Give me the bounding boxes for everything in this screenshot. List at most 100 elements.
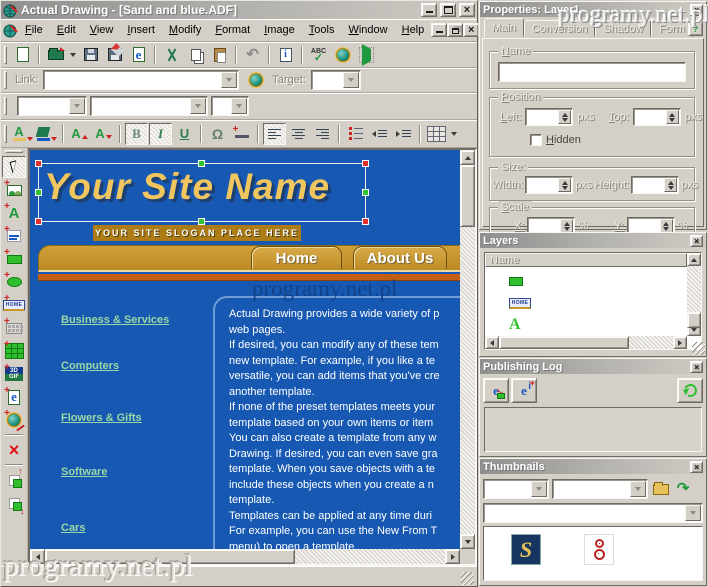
hscroll-thumb[interactable] (499, 336, 629, 349)
add-table-button[interactable] (2, 340, 26, 362)
resize-handle-e[interactable] (362, 189, 369, 196)
font-size-combo[interactable] (211, 96, 249, 116)
page-link-computers[interactable]: Computers (61, 360, 119, 372)
toolstrip-grip[interactable] (5, 150, 23, 153)
properties-button[interactable]: i (274, 44, 297, 66)
add-form-button[interactable] (2, 317, 26, 339)
spinner-buttons[interactable] (666, 110, 679, 124)
browse-link-button[interactable] (244, 69, 267, 91)
add-text-button[interactable]: A (2, 202, 26, 224)
scroll-right-button[interactable] (673, 336, 687, 349)
spellcheck-button[interactable]: ABC✓ (307, 44, 330, 66)
copy-button[interactable] (184, 44, 207, 66)
delete-object-button[interactable]: × (2, 439, 26, 461)
nav-tab-home[interactable]: Home (251, 246, 342, 269)
open-button[interactable] (44, 44, 67, 66)
scroll-up-button[interactable] (687, 253, 701, 266)
properties-close-button[interactable]: × (690, 4, 703, 16)
toolbar-grip[interactable] (4, 125, 7, 143)
thumbnail-item-1[interactable]: S (511, 534, 541, 565)
scroll-up-button[interactable] (460, 150, 475, 165)
dropdown-button[interactable] (685, 505, 701, 521)
refresh-log-button[interactable] (677, 378, 703, 403)
align-left-button[interactable] (263, 123, 286, 145)
publish-wizard-button[interactable] (355, 44, 378, 66)
undo-button[interactable]: ↶ (241, 44, 264, 66)
font-size-dropdown[interactable] (231, 98, 247, 114)
layers-name-column-header[interactable]: Name (485, 253, 687, 267)
menu-modify[interactable]: Modify (162, 21, 208, 39)
publish-site-button[interactable]: e↘ (483, 378, 509, 403)
align-center-button[interactable] (287, 123, 310, 145)
tab-shadow[interactable]: Shadow (595, 20, 651, 37)
open-dropdown-button[interactable] (68, 44, 78, 66)
align-right-button[interactable] (311, 123, 334, 145)
rotate-text-button[interactable]: Ω (206, 123, 229, 145)
name-input[interactable] (498, 62, 686, 82)
layers-horizontal-scrollbar[interactable] (485, 336, 687, 349)
thumbnail-path-combo[interactable] (483, 503, 703, 523)
mdi-minimize-button[interactable] (431, 23, 447, 37)
page-link-cars[interactable]: Cars (61, 522, 85, 534)
publish-html-button[interactable]: e (127, 44, 150, 66)
decrease-font-button[interactable]: A (92, 123, 115, 145)
add-paragraph-button[interactable] (2, 225, 26, 247)
menu-help[interactable]: Help (395, 21, 432, 39)
menu-edit[interactable]: Edit (50, 21, 83, 39)
canvas-horizontal-scrollbar[interactable] (30, 549, 460, 564)
maximize-button[interactable] (440, 3, 456, 17)
dropdown-button[interactable] (531, 481, 547, 497)
spinner-buttons[interactable] (660, 219, 673, 233)
tab-main[interactable]: Main (484, 18, 524, 37)
add-rectangle-button[interactable] (2, 248, 26, 270)
resize-grip[interactable] (461, 572, 474, 585)
resize-handle-w[interactable] (35, 189, 42, 196)
save-button[interactable] (79, 44, 102, 66)
new-button[interactable] (11, 44, 34, 66)
menu-view[interactable]: View (83, 21, 121, 39)
menu-insert[interactable]: Insert (120, 21, 162, 39)
height-spinner[interactable] (631, 176, 679, 194)
page-design-area[interactable]: Your Site Name YOUR SITE SLOGAN PLACE HE… (30, 150, 460, 549)
nav-tab-about-us[interactable]: About Us (353, 246, 447, 269)
site-slogan-bar[interactable]: YOUR SITE SLOGAN PLACE HERE (93, 225, 301, 241)
resize-handle-ne[interactable] (362, 160, 369, 167)
minimize-button[interactable] (421, 3, 437, 17)
page-link-flowers[interactable]: Flowers & Gifts (61, 412, 142, 424)
scroll-left-button[interactable] (30, 549, 45, 564)
spinner-buttons[interactable] (558, 110, 571, 124)
font-name-dropdown[interactable] (190, 98, 206, 114)
fill-color-button[interactable] (35, 123, 58, 145)
site-name-text[interactable]: Your Site Name (44, 166, 330, 208)
scroll-left-button[interactable] (485, 336, 499, 349)
canvas-vertical-scrollbar[interactable] (460, 150, 475, 549)
send-backward-button[interactable]: ↓ (2, 492, 26, 514)
menu-tools[interactable]: Tools (302, 21, 342, 39)
toolbar-grip[interactable] (4, 46, 7, 64)
layers-vertical-scrollbar[interactable] (687, 253, 701, 336)
hscroll-thumb[interactable] (45, 549, 295, 564)
layer-row-text[interactable]: A (509, 315, 521, 335)
toolbar-grip[interactable] (4, 71, 7, 89)
help-button[interactable]: ? (688, 21, 703, 36)
table-dropdown-button[interactable] (449, 123, 459, 145)
horizontal-rule-button[interactable] (230, 123, 253, 145)
publishing-log-list[interactable] (484, 407, 702, 452)
thumbnail-folder-combo[interactable] (552, 479, 648, 499)
spinner-buttons[interactable] (560, 219, 573, 233)
resize-handle-sw[interactable] (35, 218, 42, 225)
preview-browser-button[interactable] (331, 44, 354, 66)
vscroll-thumb[interactable] (687, 312, 701, 328)
outdent-button[interactable] (368, 123, 391, 145)
select-tool-button[interactable] (2, 156, 26, 178)
page-link-business[interactable]: Business & Services (61, 314, 169, 326)
thumbnails-close-button[interactable]: × (690, 461, 703, 473)
vscroll-thumb[interactable] (460, 165, 475, 227)
italic-button[interactable]: I (149, 123, 172, 145)
spinner-buttons[interactable] (664, 178, 677, 192)
bullet-list-button[interactable] (344, 123, 367, 145)
resize-handle-s[interactable] (198, 218, 205, 225)
publishing-close-button[interactable]: × (690, 361, 703, 373)
mdi-close-button[interactable]: × (463, 23, 479, 37)
layer-row-rectangle[interactable] (509, 271, 523, 291)
